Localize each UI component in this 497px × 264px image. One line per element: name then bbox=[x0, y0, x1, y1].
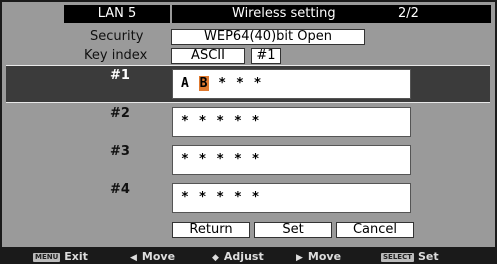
key-value-2: * * * * * bbox=[181, 114, 261, 129]
key-value-1-prefix: A bbox=[181, 76, 199, 91]
footer-move-left: ◀ Move bbox=[130, 249, 175, 264]
footer-set: SELECT Set bbox=[381, 249, 439, 264]
cursor-character: B bbox=[198, 76, 210, 91]
key-input-1[interactable]: A B * * * bbox=[172, 69, 411, 99]
key-label-1: #1 bbox=[110, 68, 130, 83]
footer-exit: MENU Exit bbox=[33, 249, 88, 264]
set-button[interactable]: Set bbox=[254, 222, 332, 238]
footer-move-right: ▶ Move bbox=[296, 249, 341, 264]
page-indicator: 2/2 bbox=[398, 6, 419, 21]
footer-set-label: Set bbox=[417, 250, 439, 263]
menu-key-icon: MENU bbox=[33, 253, 61, 262]
key-value-4: * * * * * bbox=[181, 190, 261, 205]
return-button[interactable]: Return bbox=[172, 222, 250, 238]
key-value-1-suffix: * * * bbox=[209, 76, 263, 91]
key-guide-footer: MENU Exit ◀ Move ◆ Adjust ▶ Move SELECT Set bbox=[0, 249, 497, 264]
key-label-4: #4 bbox=[110, 182, 130, 197]
key-input-2[interactable]: * * * * * bbox=[172, 107, 411, 137]
key-row-1[interactable]: #1 A B * * * bbox=[6, 65, 490, 103]
cancel-button[interactable]: Cancel bbox=[336, 222, 414, 238]
key-label-2: #2 bbox=[110, 106, 130, 121]
key-input-3[interactable]: * * * * * bbox=[172, 145, 411, 175]
key-index-label: Key index bbox=[84, 48, 148, 63]
key-value-1: A B * * * bbox=[181, 76, 262, 91]
left-arrow-icon: ◀ bbox=[130, 253, 137, 263]
footer-adjust: ◆ Adjust bbox=[212, 249, 264, 264]
footer-exit-label: Exit bbox=[64, 250, 88, 263]
key-row-2[interactable]: #2 * * * * * bbox=[6, 104, 490, 142]
key-value-3: * * * * * bbox=[181, 152, 261, 167]
security-label: Security bbox=[90, 29, 144, 44]
lan-tab: LAN 5 bbox=[64, 5, 170, 23]
select-key-icon: SELECT bbox=[381, 253, 414, 262]
key-row-4[interactable]: #4 * * * * * bbox=[6, 180, 490, 218]
footer-move-left-label: Move bbox=[141, 250, 176, 263]
key-input-4[interactable]: * * * * * bbox=[172, 183, 411, 213]
key-index-select[interactable]: #1 bbox=[251, 48, 281, 64]
key-format-select[interactable]: ASCII bbox=[171, 48, 245, 64]
right-arrow-icon: ▶ bbox=[296, 253, 303, 263]
key-row-3[interactable]: #3 * * * * * bbox=[6, 142, 490, 180]
key-label-3: #3 bbox=[110, 144, 130, 159]
footer-move-right-label: Move bbox=[307, 250, 342, 263]
up-down-arrow-icon: ◆ bbox=[212, 253, 219, 263]
projector-osd: LAN 5 Wireless setting 2/2 Security WEP6… bbox=[0, 0, 497, 264]
footer-adjust-label: Adjust bbox=[223, 250, 264, 263]
security-value[interactable]: WEP64(40)bit Open bbox=[171, 29, 365, 45]
page-title: Wireless setting bbox=[232, 6, 336, 21]
